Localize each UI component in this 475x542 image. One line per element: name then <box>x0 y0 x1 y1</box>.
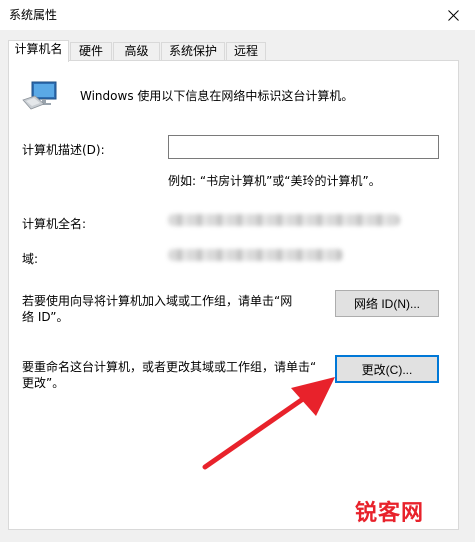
tab-system-protection[interactable]: 系统保护 <box>161 42 225 61</box>
description-label: 计算机描述(D): <box>22 143 105 157</box>
tab-computer-name[interactable]: 计算机名 <box>8 40 69 62</box>
tab-hardware[interactable]: 硬件 <box>70 42 112 61</box>
tab-label: 高级 <box>124 44 149 58</box>
window-title: 系统属性 <box>9 8 58 22</box>
close-button[interactable] <box>431 0 475 30</box>
title-bar: 系统属性 <box>0 0 475 30</box>
computer-icon <box>22 81 57 110</box>
description-input[interactable] <box>168 135 439 159</box>
change-button[interactable]: 更改(C)... <box>335 355 439 383</box>
tab-label: 计算机名 <box>14 42 63 56</box>
domain-label: 域: <box>22 252 39 266</box>
network-id-button[interactable]: 网络 ID(N)... <box>335 290 439 317</box>
intro-text: Windows 使用以下信息在网络中标识这台计算机。 <box>80 89 354 103</box>
description-example: 例如: “书房计算机”或“美玲的计算机”。 <box>168 174 381 188</box>
tab-label: 系统保护 <box>168 44 217 58</box>
tab-remote[interactable]: 远程 <box>226 42 266 61</box>
network-help-line-1: 若要使用向导将计算机加入域或工作组，请单击“网 <box>22 294 293 308</box>
tab-label: 硬件 <box>78 44 103 58</box>
red-arrow-annotation <box>202 377 335 470</box>
rename-help-line-2: 更改”。 <box>22 376 65 390</box>
full-name-label: 计算机全名: <box>22 217 87 231</box>
full-name-value-redacted <box>168 214 400 226</box>
tab-advanced[interactable]: 高级 <box>113 42 160 61</box>
close-icon <box>447 9 459 21</box>
domain-value-redacted <box>168 249 343 261</box>
watermark-logo: 锐客网 <box>355 501 425 526</box>
tab-label: 远程 <box>233 44 258 58</box>
network-help-line-2: 络 ID”。 <box>22 310 69 324</box>
